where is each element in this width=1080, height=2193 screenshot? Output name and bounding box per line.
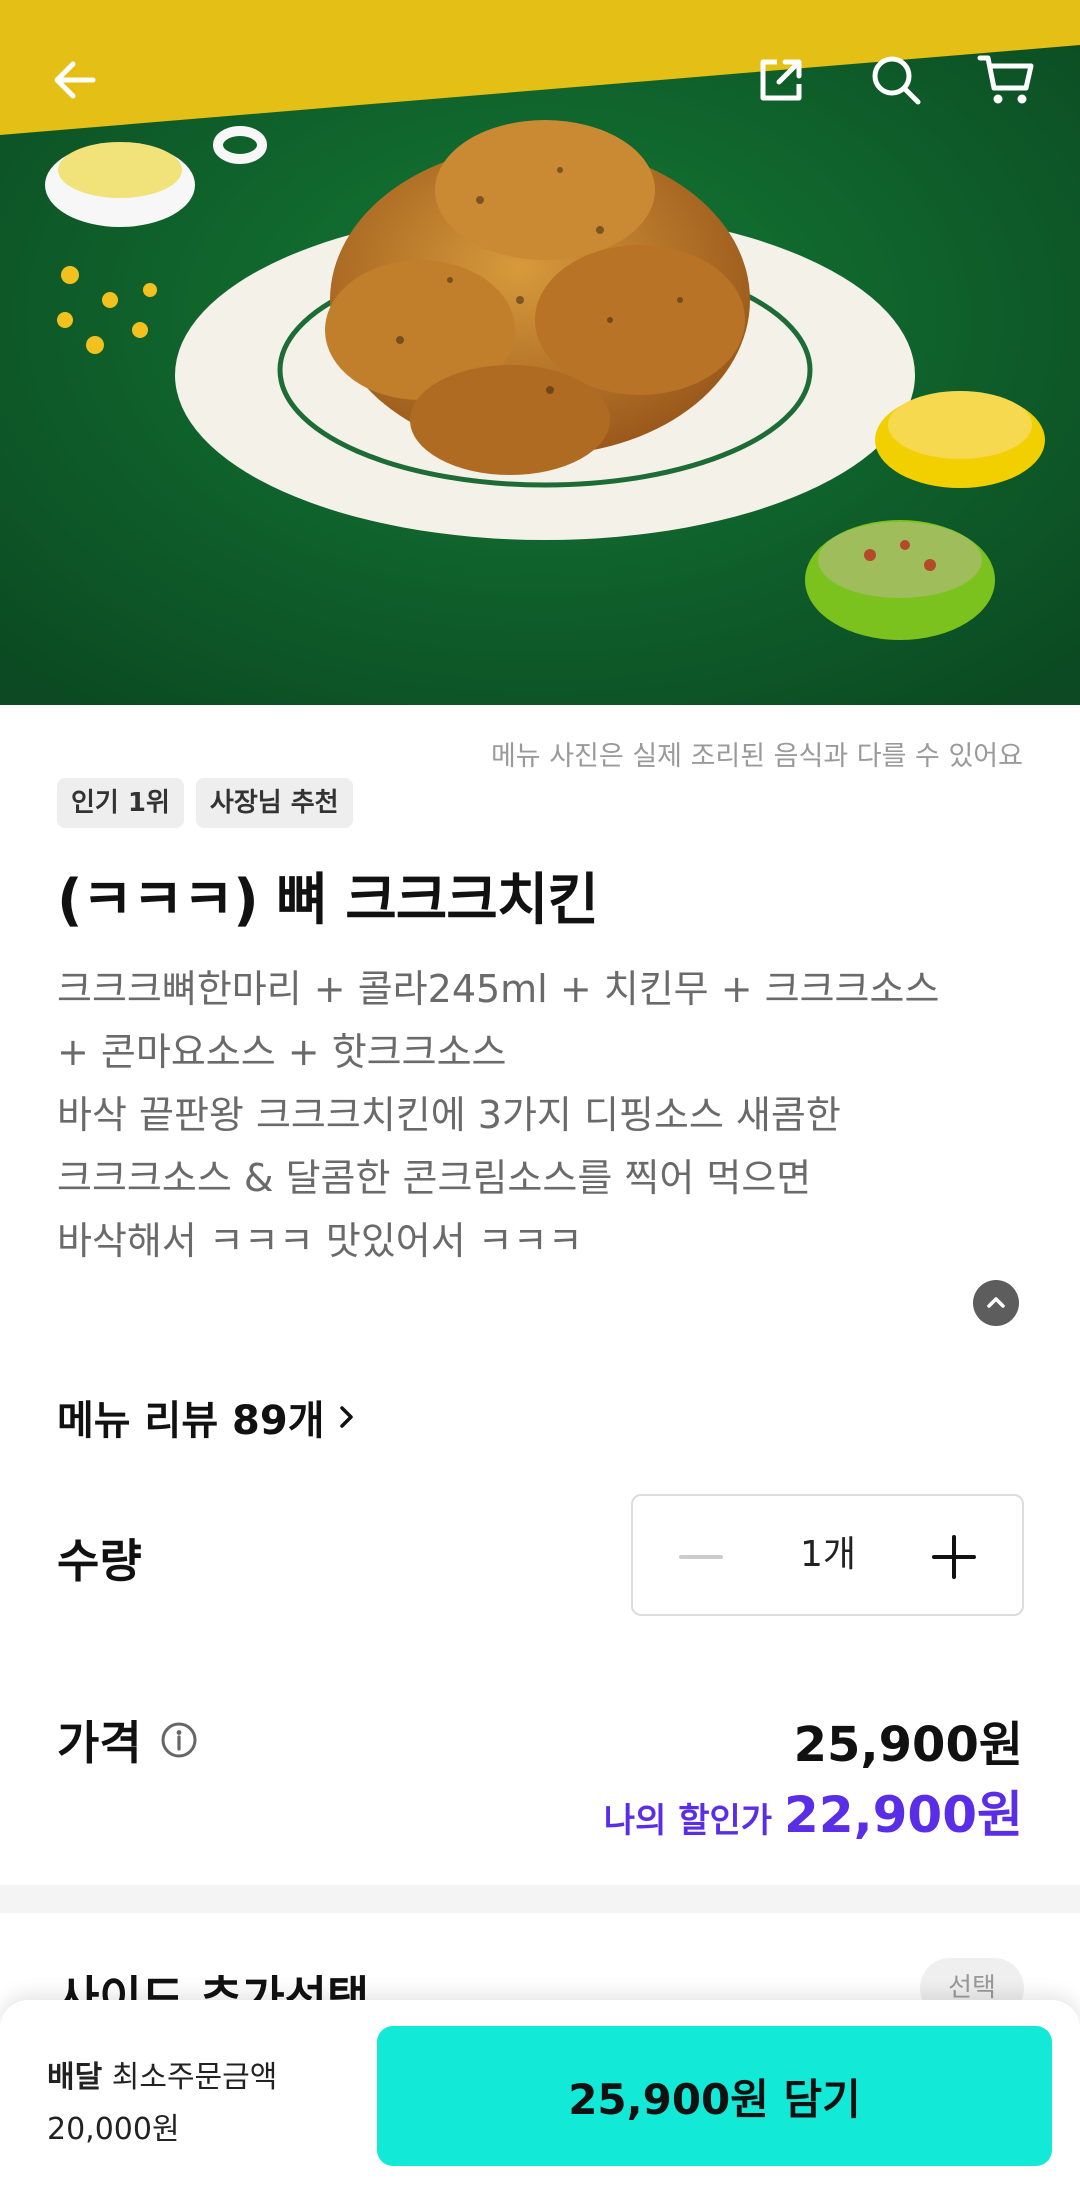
tag-owner-pick: 사장님 추천 [195,778,353,828]
search-icon [872,56,921,105]
price-label-row: 가격 [57,1707,198,1773]
search-button[interactable] [856,40,936,120]
discount-price-row: 나의 할인가 22,900원 [604,1775,1023,1847]
description-line: + 콘마요소스 + 핫크크소스 [57,1030,507,1074]
collapse-description-button[interactable] [973,1280,1019,1326]
chevron-up-icon [987,1297,1005,1308]
quantity-stepper: 1개 [631,1494,1024,1616]
decrease-quantity-button[interactable] [661,1517,741,1597]
info-icon[interactable] [160,1721,198,1759]
tag-popular: 인기 1위 [57,778,184,828]
chevron-right-icon [339,1406,353,1428]
review-link-label: 메뉴 리뷰 89개 [57,1398,325,1444]
discount-amount: 22,900원 [784,1786,1023,1844]
photo-disclaimer: 메뉴 사진은 실제 조리된 음식과 다를 수 있어요 [490,741,1023,772]
menu-title: (ㅋㅋㅋ) 뼈 크크크치킨 [57,868,599,933]
plus-icon [932,1535,976,1579]
quantity-value: 1개 [799,1534,857,1575]
add-to-cart-button[interactable]: 25,900원 담기 [377,2026,1052,2166]
price-label: 가격 [57,1716,142,1770]
increase-quantity-button[interactable] [914,1517,994,1597]
bottom-order-bar: 배달 최소주문금액 20,000원 25,900원 담기 [0,2000,1080,2193]
discount-label: 나의 할인가 [603,1801,773,1841]
share-icon [760,59,802,101]
description-line: 크크크소스 & 달콤한 콘크림소스를 찍어 먹으면 [57,1156,812,1200]
description-line: 바삭해서 ㅋㅋㅋ 맛있어서 ㅋㅋㅋ [57,1219,583,1263]
share-button[interactable] [741,40,821,120]
arrow-left-icon [54,61,96,99]
quantity-label: 수량 [57,1534,142,1588]
menu-review-link[interactable]: 메뉴 리뷰 89개 [57,1388,359,1446]
price-amount: 25,900원 [793,1717,1023,1773]
cart-icon [977,55,1034,104]
cart-button[interactable] [966,40,1046,120]
menu-description: 크크크뼈한마리 + 콜라245ml + 치킨무 + 크크크소스 + 콘마요소스 … [57,958,1027,1273]
delivery-info: 배달 최소주문금액 20,000원 [47,2052,277,2156]
description-line: 바삭 끝판왕 크크크치킨에 3가지 디핑소스 새콤한 [57,1093,841,1137]
delivery-label: 배달 [47,2060,103,2095]
menu-tags: 인기 1위 사장님 추천 [57,778,353,828]
description-line: 크크크뼈한마리 + 콜라245ml + 치킨무 + 크크크소스 [57,967,940,1011]
menu-hero-image [0,0,1080,705]
section-divider [0,1885,1080,1913]
back-button[interactable] [35,40,115,120]
min-order-value: 20,000원 [47,2112,180,2147]
minus-icon [679,1555,723,1559]
min-order-label: 최소주문금액 [111,2060,278,2095]
